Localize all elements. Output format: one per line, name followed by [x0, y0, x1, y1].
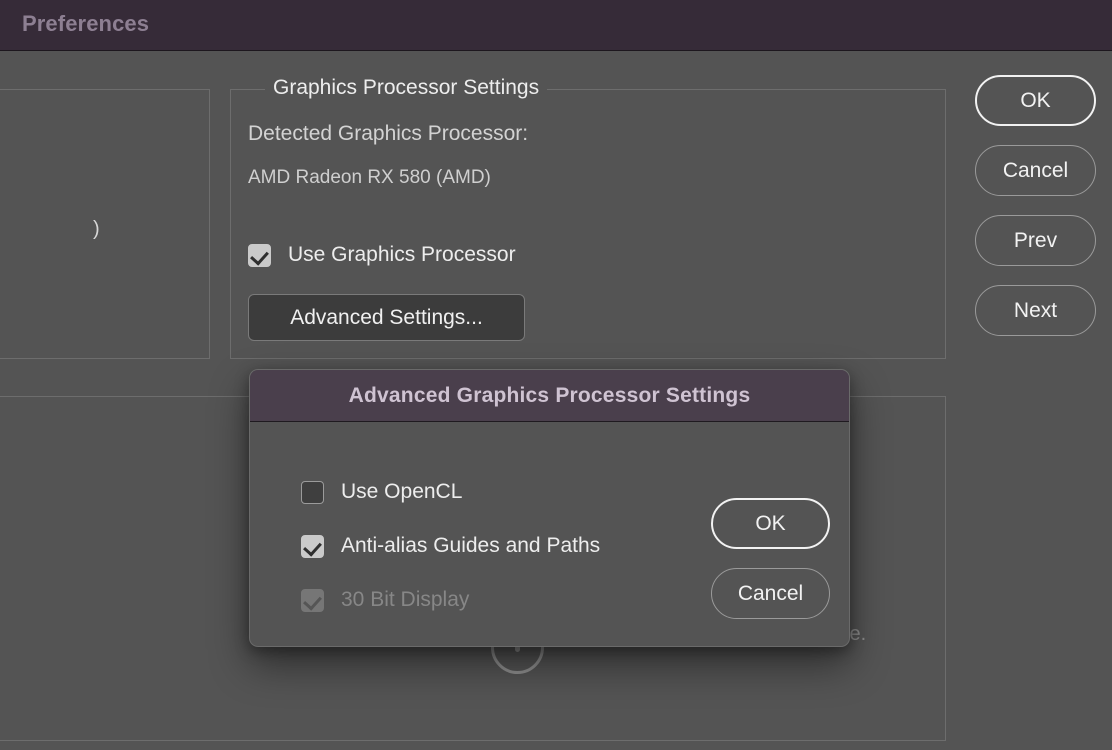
modal-titlebar: Advanced Graphics Processor Settings [250, 370, 849, 422]
next-button[interactable]: Next [975, 285, 1096, 336]
use-opencl-checkbox[interactable] [301, 481, 324, 504]
modal-cancel-button[interactable]: Cancel [711, 568, 830, 619]
prev-button[interactable]: Prev [975, 215, 1096, 266]
ok-button[interactable]: OK [975, 75, 1096, 126]
detected-processor-value: AMD Radeon RX 580 (AMD) [248, 167, 491, 189]
modal-title: Advanced Graphics Processor Settings [349, 384, 751, 408]
check-icon [250, 246, 269, 265]
advanced-settings-button[interactable]: Advanced Settings... [248, 294, 525, 341]
anti-alias-guides-and-paths-row[interactable]: Anti-alias Guides and Paths [301, 534, 600, 558]
preferences-window: Preferences ) Graphics Processor Setting… [0, 0, 1112, 750]
anti-alias-guides-and-paths-label: Anti-alias Guides and Paths [341, 534, 600, 558]
window-titlebar: Preferences [0, 0, 1112, 51]
detected-processor-label: Detected Graphics Processor: [248, 122, 528, 146]
thirty-bit-display-row: 30 Bit Display [301, 588, 469, 612]
check-icon [303, 537, 322, 556]
use-opencl-row[interactable]: Use OpenCL [301, 480, 462, 504]
dialog-action-buttons: OK Cancel Prev Next [975, 75, 1096, 336]
thirty-bit-display-label: 30 Bit Display [341, 588, 469, 612]
cancel-button[interactable]: Cancel [975, 145, 1096, 196]
anti-alias-guides-and-paths-checkbox[interactable] [301, 535, 324, 558]
modal-action-buttons: OK Cancel [711, 498, 830, 619]
check-icon [303, 591, 322, 610]
left-settings-panel: ) [0, 89, 210, 359]
use-graphics-processor-label: Use Graphics Processor [288, 243, 516, 267]
advanced-graphics-processor-settings-dialog: Advanced Graphics Processor Settings Use… [249, 369, 850, 647]
graphics-processor-settings-legend: Graphics Processor Settings [265, 76, 547, 100]
modal-ok-button[interactable]: OK [711, 498, 830, 549]
modal-body: Use OpenCL Anti-alias Guides and Paths 3… [250, 422, 849, 646]
use-graphics-processor-checkbox[interactable] [248, 244, 271, 267]
use-graphics-processor-row[interactable]: Use Graphics Processor [248, 243, 516, 267]
left-panel-text: ) [93, 218, 100, 241]
page-title: Preferences [22, 11, 149, 37]
use-opencl-label: Use OpenCL [341, 480, 462, 504]
thirty-bit-display-checkbox [301, 589, 324, 612]
